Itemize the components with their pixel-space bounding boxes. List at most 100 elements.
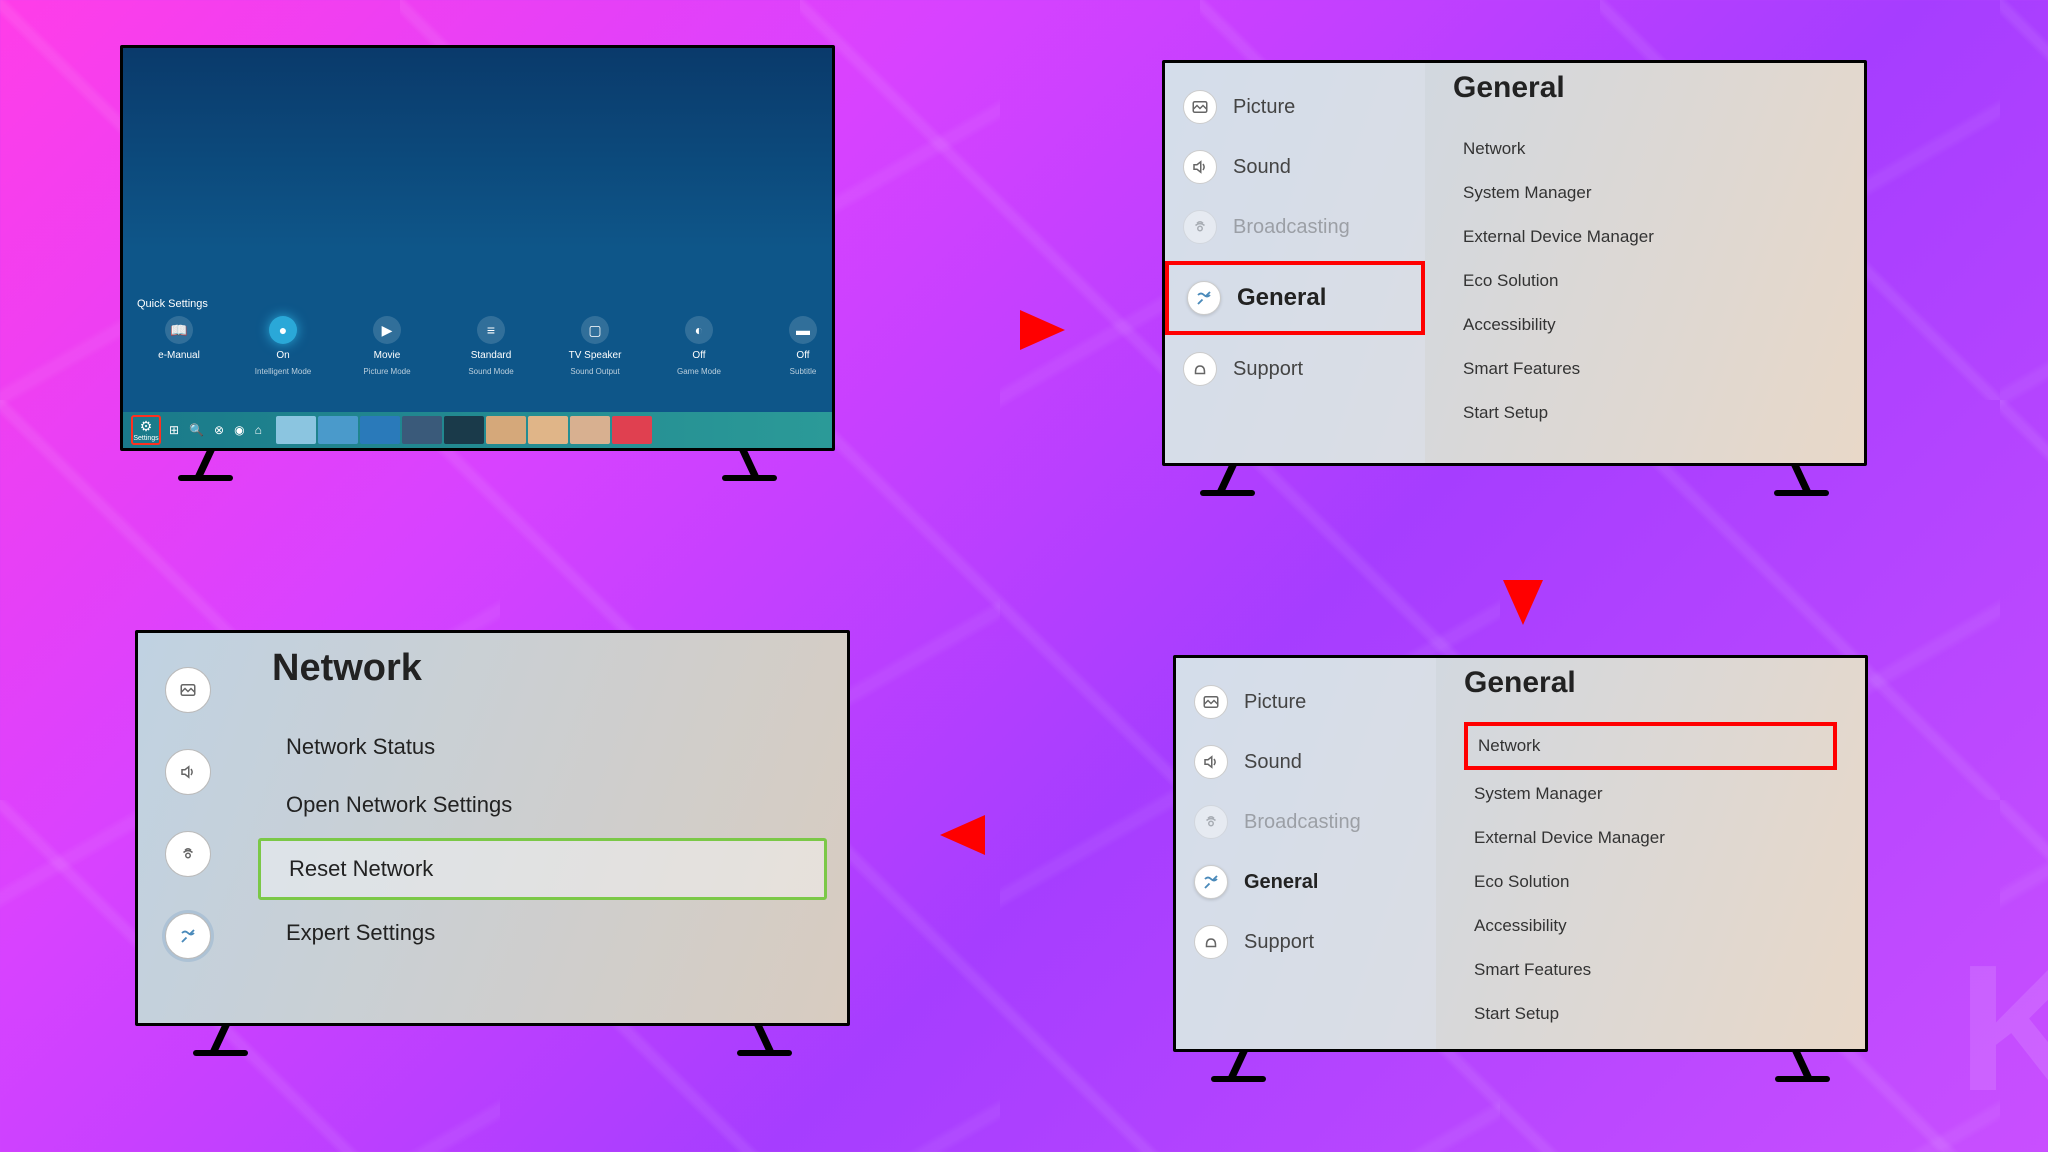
- option-external-device-manager[interactable]: External Device Manager: [1464, 816, 1837, 860]
- panel-title: General: [1464, 666, 1837, 700]
- category-label: Support: [1244, 931, 1314, 954]
- category-support[interactable]: Support: [1176, 912, 1436, 972]
- quick-item-6[interactable]: ▬OffSubtitle: [767, 316, 839, 376]
- tv-stand: [727, 448, 772, 478]
- quick-item-icon: ≡: [477, 316, 505, 344]
- category-general[interactable]: General: [1176, 852, 1436, 912]
- option-network[interactable]: Network: [1453, 127, 1836, 171]
- pic-icon: [1183, 90, 1217, 124]
- tv-home-screen: Quick Settings 📖e-Manual●OnIntelligent M…: [123, 48, 832, 448]
- quick-item-label: Off: [796, 350, 809, 361]
- brd-icon[interactable]: [165, 831, 211, 877]
- settings-categories-mini: [138, 633, 238, 1023]
- option-network-status[interactable]: Network Status: [258, 718, 827, 776]
- quick-item-3[interactable]: ≡ Standard Sound Mode: [455, 316, 527, 376]
- settings-general-menu: Picture Sound Broadcasting General Support G…: [1165, 63, 1864, 463]
- category-sound[interactable]: Sound: [1165, 137, 1425, 197]
- category-label: Sound: [1244, 751, 1302, 774]
- option-system-manager[interactable]: System Manager: [1453, 171, 1836, 215]
- option-smart-features[interactable]: Smart Features: [1453, 347, 1836, 391]
- network-settings-screen: Network Network StatusOpen Network Setti…: [138, 633, 847, 1023]
- panel-title: Network: [258, 647, 827, 690]
- pic-icon[interactable]: [165, 667, 211, 713]
- quick-item-icon: ▢: [581, 316, 609, 344]
- category-label: Sound: [1233, 156, 1291, 179]
- app-tile[interactable]: [402, 416, 442, 444]
- option-start-setup[interactable]: Start Setup: [1464, 992, 1837, 1036]
- app-tile[interactable]: [276, 416, 316, 444]
- category-label: Picture: [1233, 96, 1295, 119]
- option-eco-solution[interactable]: Eco Solution: [1464, 860, 1837, 904]
- category-label: General: [1244, 871, 1318, 894]
- option-open-network-settings[interactable]: Open Network Settings: [258, 776, 827, 834]
- quick-item-sublabel: Intelligent Mode: [255, 367, 311, 376]
- sup-icon: [1183, 352, 1217, 386]
- quick-item-label: TV Speaker: [569, 350, 622, 361]
- quick-item-2[interactable]: ▶MoviePicture Mode: [351, 316, 423, 376]
- quick-item-label: e-Manual: [158, 350, 200, 361]
- app-tile[interactable]: [486, 416, 526, 444]
- quick-item-label: Off: [692, 350, 705, 361]
- quick-settings-row: 📖e-Manual●OnIntelligent Mode▶MoviePictur…: [123, 316, 832, 376]
- option-reset-network[interactable]: Reset Network: [258, 838, 827, 900]
- gen-icon: [1187, 281, 1221, 315]
- category-label: Broadcasting: [1233, 216, 1350, 239]
- app-tile[interactable]: [444, 416, 484, 444]
- option-external-device-manager[interactable]: External Device Manager: [1453, 215, 1836, 259]
- apps-icon[interactable]: ⊗: [214, 423, 224, 437]
- app-tile[interactable]: [570, 416, 610, 444]
- category-picture[interactable]: Picture: [1165, 77, 1425, 137]
- quick-item-sublabel: Sound Mode: [468, 367, 513, 376]
- quick-item-label: Movie: [374, 350, 401, 361]
- sup-icon: [1194, 925, 1228, 959]
- quick-item-5[interactable]: ◐OffGame Mode: [663, 316, 735, 376]
- nav-icons: ⊞ 🔍 ⊗ ◉ ⌂: [169, 423, 262, 437]
- snd-icon[interactable]: [165, 749, 211, 795]
- app-tile[interactable]: [612, 416, 652, 444]
- settings-options-panel: General NetworkSystem ManagerExternal De…: [1436, 658, 1865, 1049]
- app-tile[interactable]: [528, 416, 568, 444]
- tv-stand: [1205, 463, 1250, 493]
- settings-general-network: PictureSoundBroadcastingGeneralSupport G…: [1176, 658, 1865, 1049]
- category-general[interactable]: General: [1165, 261, 1425, 335]
- gen-icon[interactable]: [165, 913, 211, 959]
- quick-item-icon: ▬: [789, 316, 817, 344]
- option-accessibility[interactable]: Accessibility: [1464, 904, 1837, 948]
- category-label: General: [1237, 284, 1326, 312]
- category-picture[interactable]: Picture: [1176, 672, 1436, 732]
- quick-item-label: On: [276, 350, 289, 361]
- settings-button[interactable]: ⚙ Settings: [131, 415, 161, 445]
- option-eco-solution[interactable]: Eco Solution: [1453, 259, 1836, 303]
- network-options-panel: Network Network StatusOpen Network Setti…: [238, 633, 847, 1023]
- tv-stand: [1216, 1049, 1261, 1079]
- settings-options-panel: General NetworkSystem ManagerExternal De…: [1425, 63, 1864, 463]
- option-system-manager[interactable]: System Manager: [1464, 772, 1837, 816]
- tv-step-2: Picture Sound Broadcasting General Support G…: [1162, 60, 1867, 466]
- category-sound[interactable]: Sound: [1176, 732, 1436, 792]
- option-network[interactable]: Network: [1464, 722, 1837, 770]
- app-tile[interactable]: [318, 416, 358, 444]
- home-icon[interactable]: ⌂: [255, 423, 262, 437]
- arrow-right-icon: [930, 295, 1070, 365]
- category-label: Picture: [1244, 691, 1306, 714]
- option-accessibility[interactable]: Accessibility: [1453, 303, 1836, 347]
- arrow-down-icon: [1488, 490, 1558, 630]
- quick-item-0[interactable]: 📖e-Manual: [143, 316, 215, 376]
- quick-item-label: Standard: [471, 350, 512, 361]
- ambient-icon[interactable]: ◉: [234, 423, 244, 437]
- source-icon[interactable]: ⊞: [169, 423, 179, 437]
- option-start-setup[interactable]: Start Setup: [1453, 391, 1836, 435]
- option-expert-settings[interactable]: Expert Settings: [258, 904, 827, 962]
- gear-icon: ⚙: [140, 418, 153, 435]
- pic-icon: [1194, 685, 1228, 719]
- app-tile[interactable]: [360, 416, 400, 444]
- quick-item-4[interactable]: ▢TV SpeakerSound Output: [559, 316, 631, 376]
- settings-categories: Picture Sound Broadcasting General Support: [1165, 63, 1425, 463]
- option-smart-features[interactable]: Smart Features: [1464, 948, 1837, 992]
- quick-settings-label: Quick Settings: [137, 298, 208, 310]
- snd-icon: [1194, 745, 1228, 779]
- category-support[interactable]: Support: [1165, 339, 1425, 399]
- tv-stand: [1779, 463, 1824, 493]
- search-icon[interactable]: 🔍: [189, 423, 204, 437]
- quick-item-1[interactable]: ●OnIntelligent Mode: [247, 316, 319, 376]
